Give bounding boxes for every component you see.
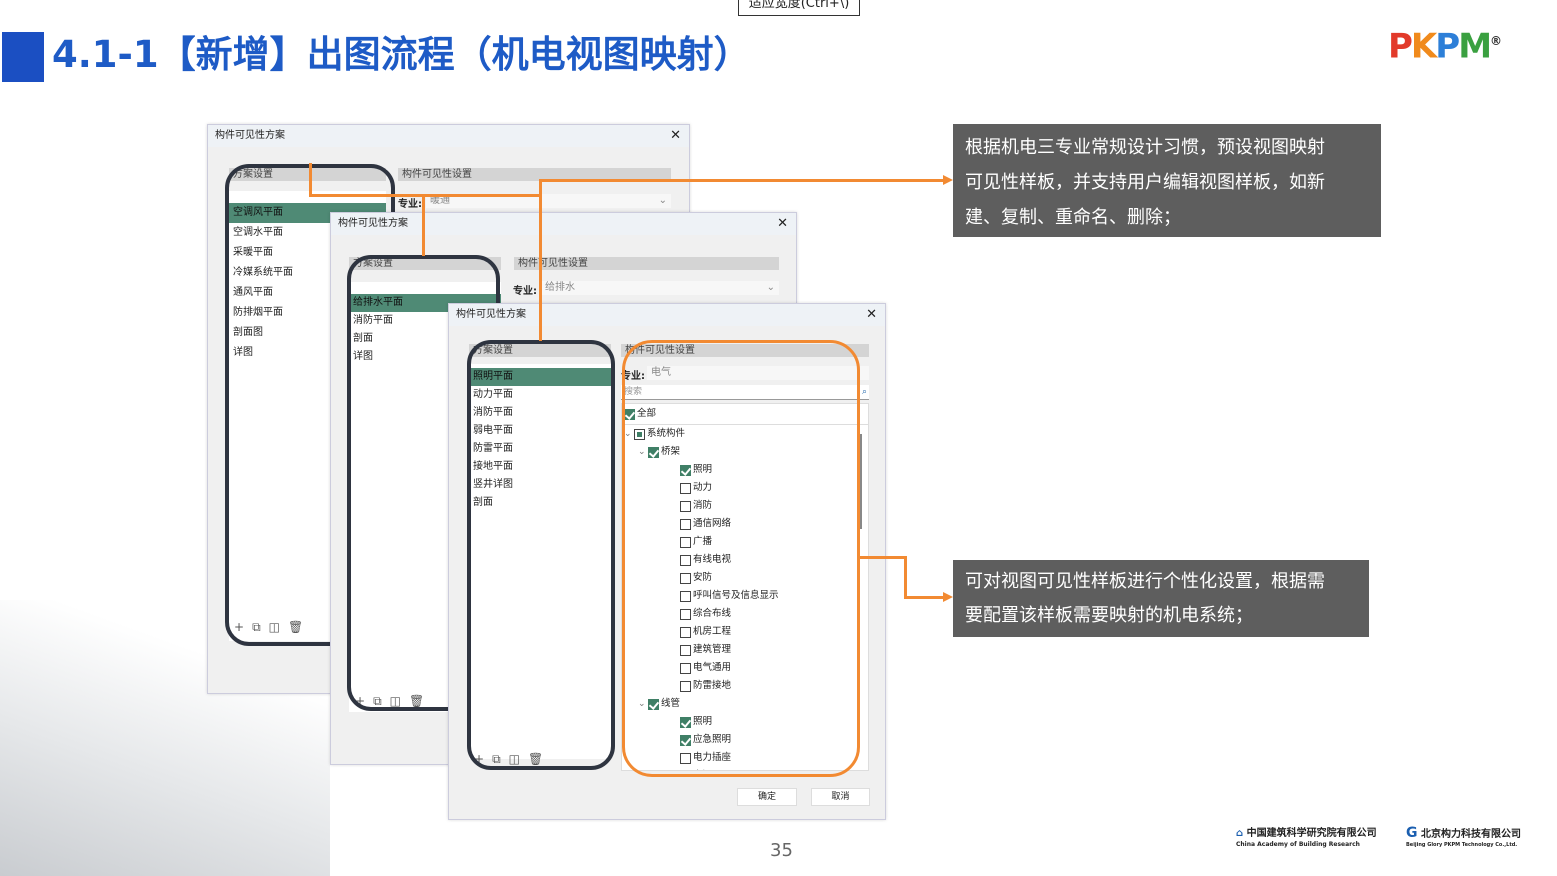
callout-line: 可见性样板，并支持用户编辑视图样板，如新	[965, 172, 1325, 193]
visibility-dialog-electrical: 构件可见性方案 ✕ 方案设置 构件可见性设置 专业: 电气 搜索 ⌕ 照明平面 动力…	[448, 303, 886, 820]
cabr-logo: ⌂ 中国建筑科学研究院有限公司 China Academy of Building…	[1236, 828, 1377, 848]
callout-line: 可对视图可见性样板进行个性化设置，根据需	[965, 571, 1325, 592]
connector-line	[309, 194, 541, 197]
glory-logo: G 北京构力科技有限公司 Beijing Glory PKPM Technolog…	[1406, 826, 1521, 851]
org2-en: Beijing Glory PKPM Technology Co.,Ltd.	[1406, 842, 1518, 848]
close-icon[interactable]: ✕	[670, 125, 681, 147]
arrow-head-icon	[943, 175, 953, 185]
close-icon[interactable]: ✕	[777, 213, 788, 235]
cancel-button[interactable]: 取消	[811, 788, 870, 806]
connector-line	[309, 163, 312, 197]
chevron-down-icon: ⌄	[766, 282, 775, 293]
title-accent-bar	[2, 32, 44, 82]
connector-line	[904, 556, 907, 599]
callout-line: 建、复制、重命名、删除；	[965, 207, 1181, 228]
specialty-value: 给排水	[545, 282, 575, 293]
connector-line	[539, 179, 542, 341]
org1-name: 中国建筑科学研究院有限公司	[1246, 828, 1377, 839]
scrollbar[interactable]	[860, 434, 862, 529]
dialog-title: 构件可见性方案	[331, 213, 796, 235]
dialog-title: 构件可见性方案	[208, 125, 689, 147]
highlight-frame	[467, 340, 615, 770]
close-icon[interactable]: ✕	[866, 304, 877, 326]
search-icon: ⌕	[861, 387, 867, 397]
callout-line: 根据机电三专业常规设计习惯，预设视图映射	[965, 137, 1325, 158]
connector-line	[858, 556, 907, 559]
specialty-select[interactable]: 给排水 ⌄	[541, 281, 779, 295]
visibility-header: 构件可见性设置	[514, 257, 779, 270]
callout-templates: 根据机电三专业常规设计习惯，预设视图映射 可见性样板，并支持用户编辑视图样板，如…	[953, 124, 1381, 237]
orange-highlight-frame	[622, 340, 860, 777]
page-title: 4.1-1【新增】出图流程（机电视图映射）	[52, 33, 751, 76]
ok-button[interactable]: 确定	[737, 788, 797, 806]
pkpm-logo: PKPM®	[1388, 26, 1502, 67]
connector-line	[539, 179, 945, 182]
callout-customize: 可对视图可见性样板进行个性化设置，根据需 要配置该样板需要映射的机电系统；	[953, 560, 1369, 637]
arrow-head-icon	[943, 592, 953, 602]
page-number: 35	[770, 840, 793, 861]
org2-name: 北京构力科技有限公司	[1420, 829, 1521, 840]
dialog-title: 构件可见性方案	[449, 304, 885, 326]
connector-line	[904, 596, 945, 599]
specialty-label: 专业:	[398, 199, 422, 210]
org1-en: China Academy of Building Research	[1236, 841, 1360, 848]
connector-line	[422, 194, 425, 256]
specialty-label: 专业:	[513, 286, 537, 297]
chevron-down-icon: ⌄	[658, 195, 667, 206]
tooltip: 适应宽度(Ctrl+\)	[738, 0, 860, 16]
callout-line: 要配置该样板需要映射的机电系统；	[965, 605, 1253, 626]
